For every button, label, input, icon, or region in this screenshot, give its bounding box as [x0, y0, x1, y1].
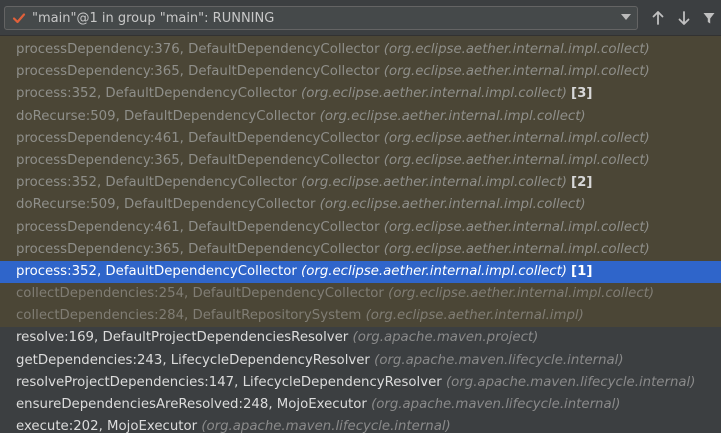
stack-frame-row[interactable]: processDependency:376, DefaultDependency…	[0, 39, 721, 62]
stack-frame-row[interactable]: doRecurse:509, DefaultDependencyCollecto…	[0, 105, 721, 128]
previous-frame-button[interactable]	[648, 8, 668, 28]
stack-frame-row[interactable]: processDependency:365, DefaultDependency…	[0, 238, 721, 261]
filter-icon	[703, 13, 715, 24]
frames-list[interactable]: processDependency:376, DefaultDependency…	[0, 36, 721, 433]
frame-package: (org.eclipse.aether.internal.impl.collec…	[383, 64, 650, 80]
frame-method: execute:202, MojoExecutor	[16, 419, 198, 433]
stack-frame-row[interactable]: processDependency:461, DefaultDependency…	[0, 216, 721, 239]
frame-package: (org.apache.maven.lifecycle.internal)	[201, 419, 451, 433]
frame-method: processDependency:365, DefaultDependency…	[16, 64, 380, 80]
stack-frame-row[interactable]: process:352, DefaultDependencyCollector …	[0, 172, 721, 195]
frame-method: resolve:169, DefaultProjectDependenciesR…	[16, 330, 349, 346]
chevron-down-icon[interactable]	[621, 14, 631, 20]
frame-package: (org.eclipse.aether.internal.impl)	[365, 308, 584, 324]
stack-frame-row[interactable]: ensureDependenciesAreResolved:248, MojoE…	[0, 394, 721, 417]
frame-method: processDependency:365, DefaultDependency…	[16, 241, 380, 257]
frame-method: resolveProjectDependencies:147, Lifecycl…	[16, 374, 442, 390]
frame-package: (org.eclipse.aether.internal.impl.collec…	[301, 263, 567, 279]
frame-method: processDependency:365, DefaultDependency…	[16, 152, 380, 168]
frame-method: collectDependencies:254, DefaultDependen…	[16, 286, 384, 302]
stack-frame-row[interactable]: execute:202, MojoExecutor (org.apache.ma…	[0, 416, 721, 433]
frame-method: process:352, DefaultDependencyCollector	[16, 263, 297, 279]
recursion-depth-badge: [2]	[571, 175, 593, 191]
stack-frame-row[interactable]: processDependency:365, DefaultDependency…	[0, 61, 721, 84]
recursion-depth-badge: [3]	[571, 86, 593, 102]
recursion-depth-badge: [1]	[571, 263, 593, 279]
frame-method: doRecurse:509, DefaultDependencyCollecto…	[16, 108, 316, 124]
stack-frame-row[interactable]: collectDependencies:254, DefaultDependen…	[0, 283, 721, 306]
frame-method: process:352, DefaultDependencyCollector	[16, 86, 297, 102]
frame-method: processDependency:376, DefaultDependency…	[16, 42, 380, 57]
debugger-frames-toolbar: "main"@1 in group "main": RUNNING	[0, 0, 721, 36]
frame-package: (org.eclipse.aether.internal.impl.collec…	[383, 219, 650, 235]
frame-method: process:352, DefaultDependencyCollector	[16, 175, 297, 191]
frame-package: (org.apache.maven.lifecycle.internal)	[445, 374, 696, 390]
stack-frame-row[interactable]: collectDependencies:284, DefaultReposito…	[0, 305, 721, 328]
frame-package: (org.eclipse.aether.internal.impl.collec…	[383, 152, 650, 168]
stack-frame-row[interactable]: process:352, DefaultDependencyCollector …	[0, 260, 721, 284]
stack-frame-row[interactable]: doRecurse:509, DefaultDependencyCollecto…	[0, 194, 721, 217]
stack-frame-row[interactable]: process:352, DefaultDependencyCollector …	[0, 83, 721, 106]
stack-frame-row[interactable]: getDependencies:243, LifecycleDependency…	[0, 349, 721, 372]
frame-method: collectDependencies:284, DefaultReposito…	[16, 308, 362, 324]
stack-frame-row[interactable]: processDependency:365, DefaultDependency…	[0, 149, 721, 173]
stack-frame-row[interactable]: resolveProjectDependencies:147, Lifecycl…	[0, 371, 721, 394]
frame-package: (org.eclipse.aether.internal.impl.collec…	[383, 42, 650, 57]
frame-method: doRecurse:509, DefaultDependencyCollecto…	[16, 197, 316, 213]
frame-package: (org.apache.maven.lifecycle.internal)	[374, 352, 624, 368]
arrow-down-icon	[678, 11, 690, 25]
frame-package: (org.apache.maven.project)	[352, 330, 539, 346]
thread-label: "main"@1 in group "main": RUNNING	[32, 10, 275, 26]
filter-frames-button[interactable]	[699, 8, 719, 28]
frame-method: processDependency:461, DefaultDependency…	[16, 219, 380, 235]
frame-method: getDependencies:243, LifecycleDependency…	[16, 352, 370, 368]
frame-package: (org.eclipse.aether.internal.impl.collec…	[319, 197, 586, 213]
frame-package: (org.eclipse.aether.internal.impl.collec…	[301, 86, 567, 102]
frame-method: processDependency:461, DefaultDependency…	[16, 130, 380, 146]
thread-selector[interactable]: "main"@1 in group "main": RUNNING	[4, 6, 638, 30]
frame-package: (org.eclipse.aether.internal.impl.collec…	[301, 175, 567, 191]
frame-package: (org.eclipse.aether.internal.impl.collec…	[388, 286, 655, 302]
check-icon	[11, 10, 27, 26]
stack-frame-row[interactable]: resolve:169, DefaultProjectDependenciesR…	[0, 327, 721, 350]
frame-package: (org.eclipse.aether.internal.impl.collec…	[319, 108, 586, 124]
next-frame-button[interactable]	[674, 8, 694, 28]
arrow-up-icon	[652, 11, 664, 25]
frame-method: ensureDependenciesAreResolved:248, MojoE…	[16, 397, 367, 412]
stack-frame-row[interactable]: processDependency:461, DefaultDependency…	[0, 127, 721, 150]
frame-package: (org.eclipse.aether.internal.impl.collec…	[383, 241, 650, 257]
frame-package: (org.apache.maven.lifecycle.internal)	[371, 397, 621, 412]
frame-package: (org.eclipse.aether.internal.impl.collec…	[383, 130, 650, 146]
